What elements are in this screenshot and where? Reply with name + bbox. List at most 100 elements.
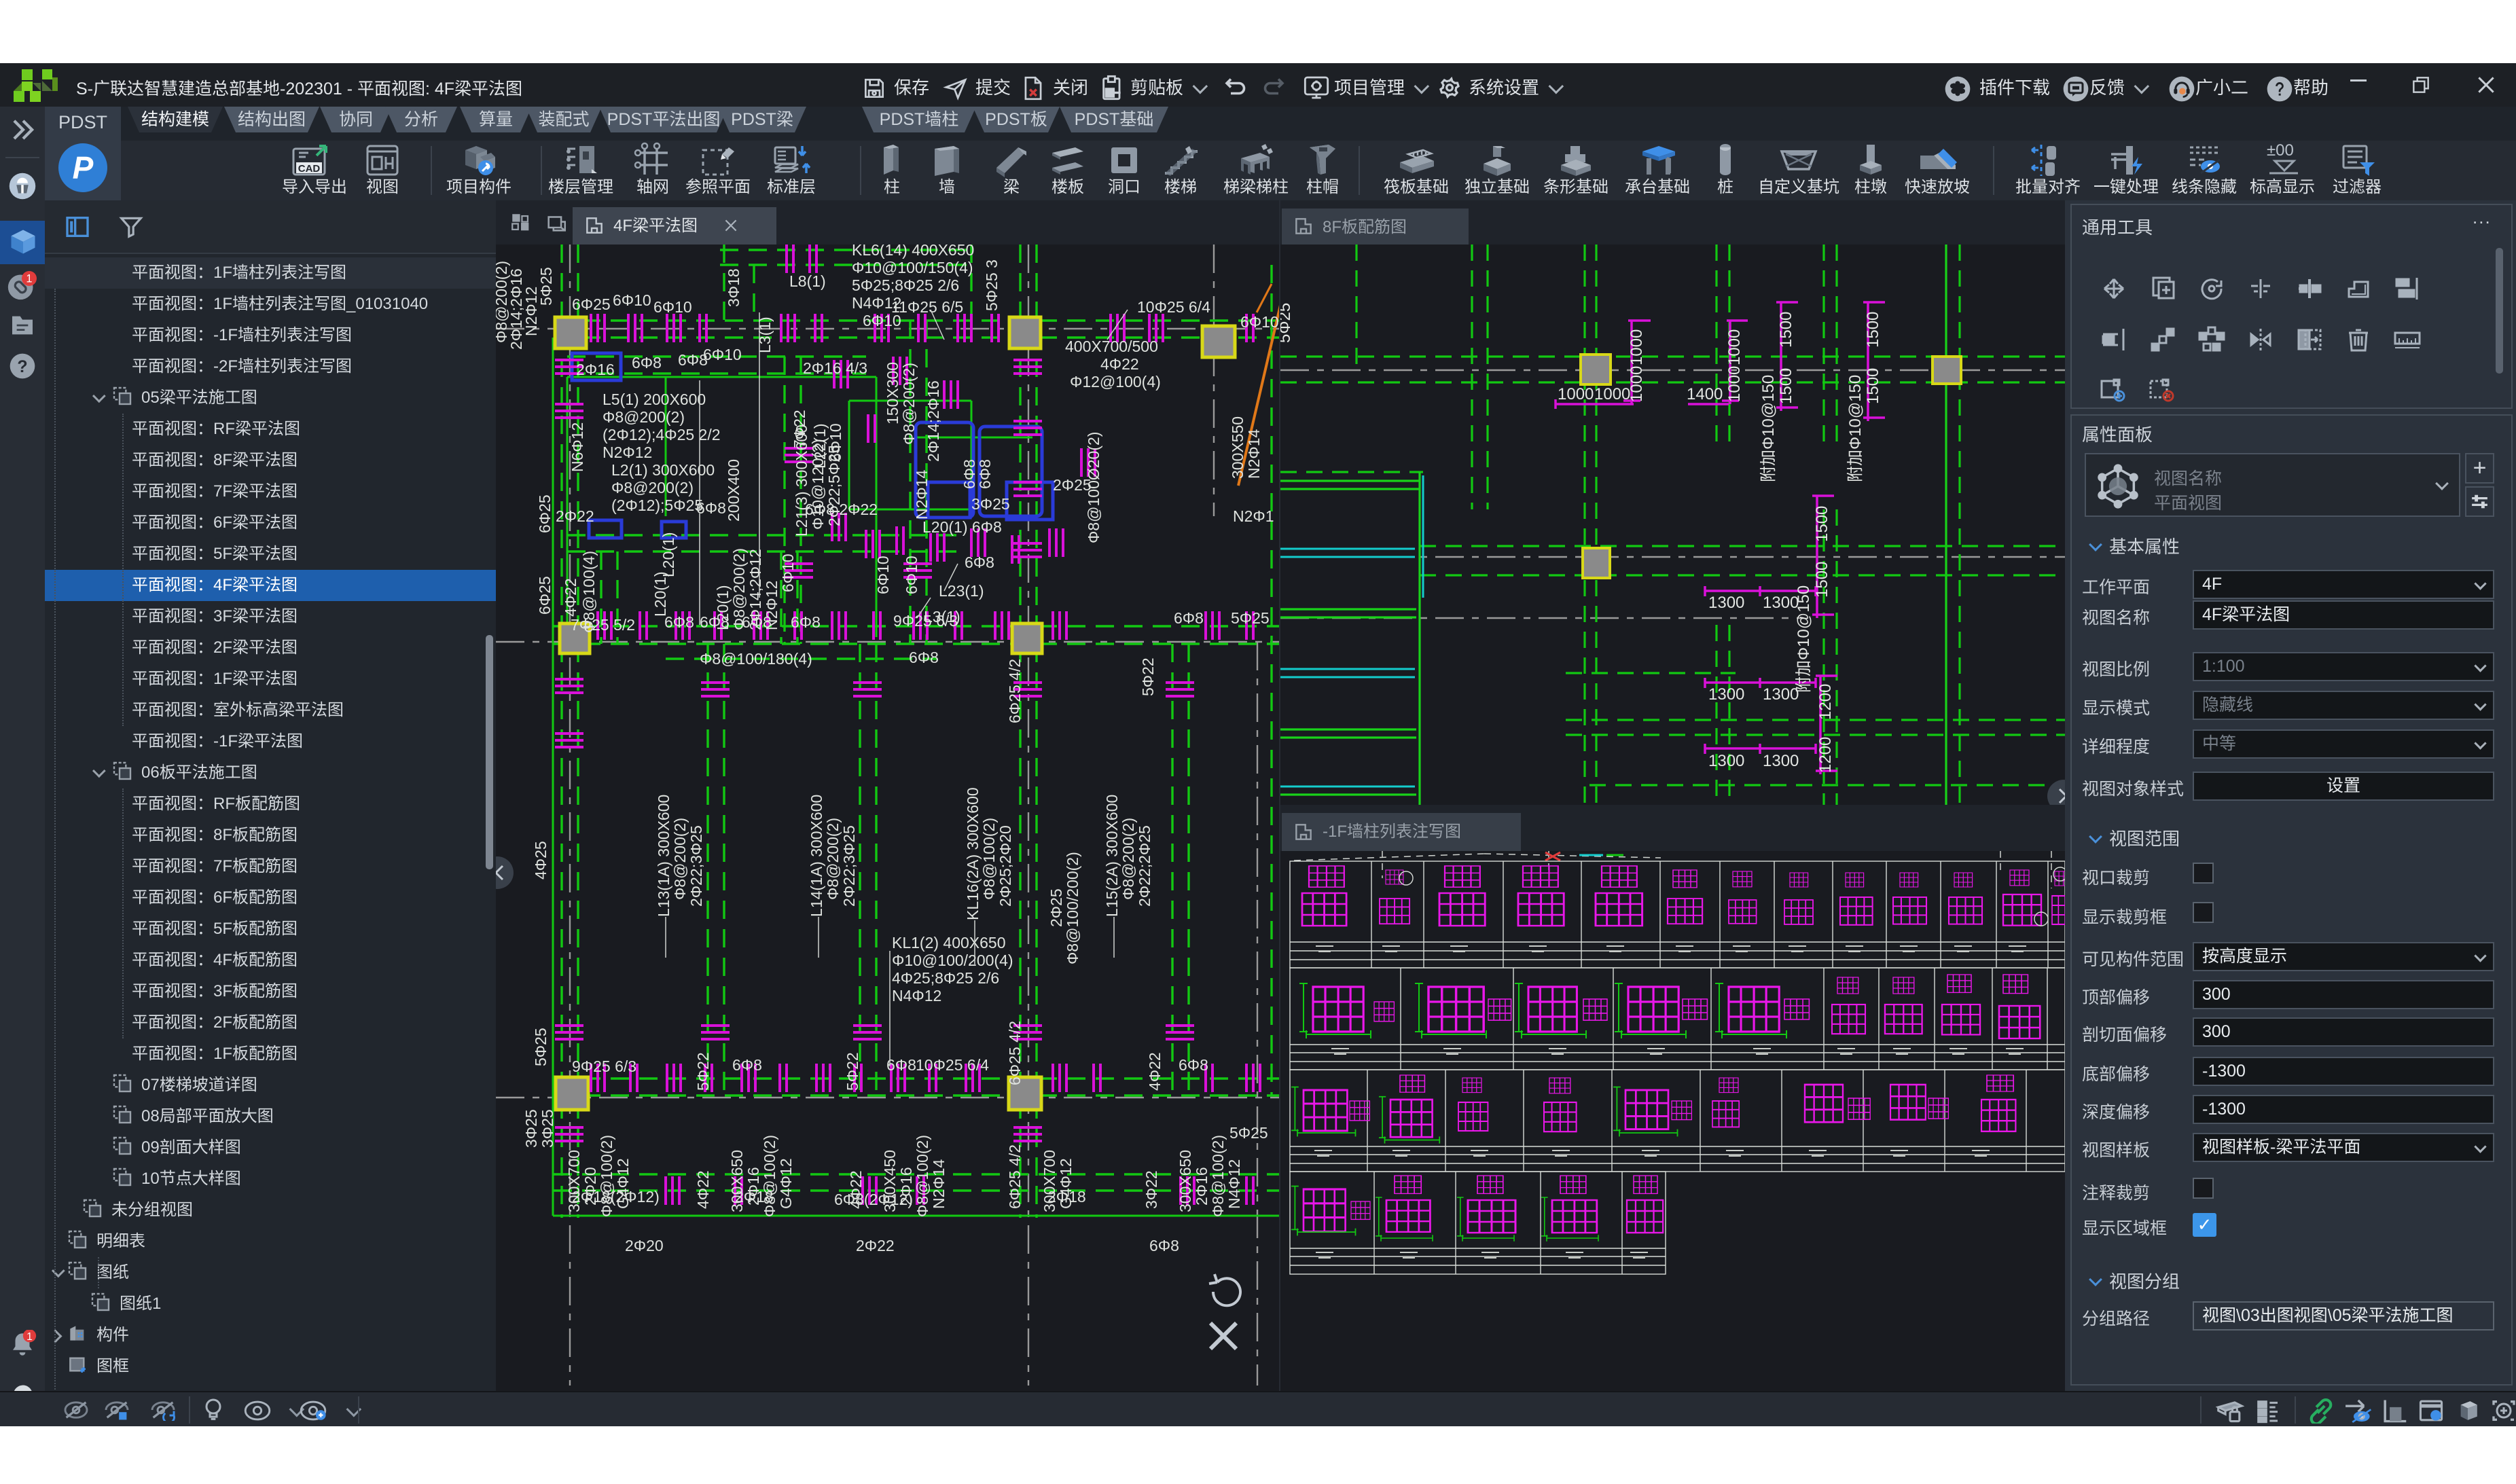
svg-text:3Φ22: 3Φ22 <box>1143 1170 1160 1209</box>
svg-text:4Φ22: 4Φ22 <box>562 578 579 617</box>
svg-text:Φ8@100/200(2): Φ8@100/200(2) <box>1064 852 1081 964</box>
svg-text:G4Φ12: G4Φ12 <box>1057 1158 1075 1209</box>
svg-text:1000: 1000 <box>1558 385 1594 403</box>
svg-text:Φ8@100(2): Φ8@100(2) <box>980 818 998 900</box>
svg-text:4Φ22: 4Φ22 <box>847 1170 865 1209</box>
svg-text:5Φ25: 5Φ25 <box>1229 1124 1268 1142</box>
svg-text:1: 1 <box>26 1331 33 1343</box>
svg-text:Φ8@200(2): Φ8@200(2) <box>1119 818 1137 900</box>
svg-text:1200: 1200 <box>1816 684 1835 720</box>
svg-text:6Φ8: 6Φ8 <box>886 1056 916 1074</box>
svg-text:1000: 1000 <box>1725 329 1744 365</box>
svg-text:1000: 1000 <box>1628 366 1646 402</box>
svg-text:2Φ16: 2Φ16 <box>1193 1167 1210 1206</box>
svg-text:Φ8@100(2): Φ8@100(2) <box>914 1135 931 1217</box>
svg-text:11Φ25 6/5: 11Φ25 6/5 <box>891 298 963 316</box>
svg-text:KL16(2A) 300X600: KL16(2A) 300X600 <box>964 787 982 920</box>
svg-text:N2Φ12: N2Φ12 <box>603 444 652 461</box>
svg-text:2Φ22;5Φ25: 2Φ22;5Φ25 <box>825 445 843 526</box>
svg-text:2Φ16: 2Φ16 <box>576 361 615 378</box>
svg-text:N2Φ1: N2Φ1 <box>1233 507 1274 525</box>
svg-text:4Φ22: 4Φ22 <box>1100 355 1139 373</box>
svg-text:L3(1): L3(1) <box>756 316 774 353</box>
svg-text:2Φ20: 2Φ20 <box>625 1237 664 1254</box>
svg-text:1: 1 <box>26 273 32 285</box>
svg-text:L20(1): L20(1) <box>714 585 732 630</box>
svg-text:L8(1): L8(1) <box>789 272 826 290</box>
svg-text:N2Φ14: N2Φ14 <box>1245 429 1263 479</box>
svg-text:1300: 1300 <box>1763 685 1799 704</box>
svg-text:300X650: 300X650 <box>728 1150 746 1212</box>
svg-text:2Φ22;2Φ25: 2Φ22;2Φ25 <box>1136 825 1153 907</box>
svg-text:Φ8@100(4): Φ8@100(4) <box>580 551 598 633</box>
svg-text:6Φ8: 6Φ8 <box>632 354 662 372</box>
svg-text:5Φ25: 5Φ25 <box>1231 609 1270 627</box>
svg-text:6Φ25: 6Φ25 <box>536 576 554 615</box>
svg-text:6Φ25 4/2: 6Φ25 4/2 <box>1006 659 1024 723</box>
svg-text:2Φ22: 2Φ22 <box>856 1237 895 1254</box>
svg-text:KL1(2) 400X650: KL1(2) 400X650 <box>892 934 1006 952</box>
svg-text:L14(1A) 300X600: L14(1A) 300X600 <box>808 795 825 917</box>
svg-text:5Φ22: 5Φ22 <box>694 1052 712 1091</box>
svg-text:5Φ25: 5Φ25 <box>532 1028 550 1066</box>
svg-text:6Φ8: 6Φ8 <box>732 1056 762 1074</box>
svg-text:G4Φ12: G4Φ12 <box>777 1158 795 1209</box>
svg-text:400X700/500: 400X700/500 <box>1065 338 1158 355</box>
svg-text:6Φ8: 6Φ8 <box>976 459 994 489</box>
svg-text:1300: 1300 <box>1708 752 1744 770</box>
svg-text:L20(1): L20(1) <box>660 532 677 577</box>
svg-text:1300: 1300 <box>1708 685 1744 704</box>
svg-text:N4Φ12: N4Φ12 <box>1225 1159 1243 1209</box>
svg-text:Φ8@100(2): Φ8@100(2) <box>1209 1135 1227 1217</box>
svg-text:200X400: 200X400 <box>725 459 742 522</box>
svg-text:(2Φ12);5Φ25: (2Φ12);5Φ25 <box>611 496 703 514</box>
svg-text:Φ10@120(2): Φ10@120(2) <box>809 439 827 530</box>
svg-text:6Φ25: 6Φ25 <box>572 295 611 313</box>
svg-text:2Φ14;2Φ12: 2Φ14;2Φ12 <box>747 549 764 630</box>
svg-text:L20(1): L20(1) <box>651 572 669 617</box>
svg-text:1300: 1300 <box>1708 594 1744 612</box>
svg-text:1500: 1500 <box>1813 562 1831 598</box>
svg-text:L23(1): L23(1) <box>939 582 984 600</box>
svg-text:2Φ22;3Φ25: 2Φ22;3Φ25 <box>840 825 858 907</box>
svg-text:2Φ16: 2Φ16 <box>897 1167 915 1206</box>
svg-text:KL6(14) 400X650: KL6(14) 400X650 <box>852 245 974 259</box>
svg-text:3Φ25: 3Φ25 <box>539 1109 556 1148</box>
svg-text:6Φ8: 6Φ8 <box>965 554 994 571</box>
svg-text:N4Φ12: N4Φ12 <box>892 987 941 1005</box>
svg-text:2Φ22;3Φ25: 2Φ22;3Φ25 <box>687 825 705 907</box>
svg-text:300X700: 300X700 <box>565 1150 583 1212</box>
svg-text:10Φ25 6/4: 10Φ25 6/4 <box>1137 298 1210 316</box>
svg-text:5Φ25: 5Φ25 <box>1280 303 1294 343</box>
svg-text:6Φ25 4/2: 6Φ25 4/2 <box>1006 1144 1024 1209</box>
svg-text:5Φ22: 5Φ22 <box>844 1052 861 1091</box>
svg-text:150X300: 150X300 <box>884 362 901 424</box>
svg-text:4Φ22: 4Φ22 <box>1146 1052 1164 1091</box>
svg-text:1000: 1000 <box>1628 329 1646 365</box>
svg-text:6Φ8: 6Φ8 <box>1149 1237 1179 1254</box>
svg-text:3Φ18: 3Φ18 <box>725 268 742 307</box>
svg-text:N2Φ14: N2Φ14 <box>930 1159 948 1209</box>
svg-text:附加Φ10@150: 附加Φ10@150 <box>1846 375 1865 482</box>
svg-text:Φ8@200(2): Φ8@200(2) <box>603 408 685 426</box>
svg-text:6Φ25: 6Φ25 <box>536 494 554 533</box>
svg-text:附加Φ10@150: 附加Φ10@150 <box>1795 585 1813 693</box>
svg-text:Φ8@100/180(4): Φ8@100/180(4) <box>700 650 812 668</box>
svg-text:6Φ8: 6Φ8 <box>1174 609 1204 627</box>
svg-text:6Φ8: 6Φ8 <box>791 613 821 631</box>
svg-text:1500: 1500 <box>1777 312 1795 348</box>
svg-text:Φ8@100(2): Φ8@100(2) <box>598 1135 615 1217</box>
svg-text:300X650: 300X650 <box>1176 1150 1194 1212</box>
svg-text:2Φ16 4/3: 2Φ16 4/3 <box>803 359 867 377</box>
svg-text:6Φ10: 6Φ10 <box>1240 313 1279 331</box>
svg-text:G4Φ12: G4Φ12 <box>614 1158 632 1209</box>
svg-text:1500: 1500 <box>1864 312 1882 348</box>
svg-text:6Φ8: 6Φ8 <box>909 649 939 666</box>
svg-text:6Φ8: 6Φ8 <box>1179 1056 1208 1074</box>
svg-text:Φ8@200(2): Φ8@200(2) <box>611 479 694 496</box>
svg-text:6Φ10: 6Φ10 <box>703 346 742 363</box>
svg-text:L13(1A) 300X600: L13(1A) 300X600 <box>655 795 672 917</box>
svg-text:6Φ10: 6Φ10 <box>903 556 920 594</box>
svg-text:1500: 1500 <box>1777 368 1795 404</box>
svg-text:6Φ25 4/2: 6Φ25 4/2 <box>1006 1021 1024 1085</box>
